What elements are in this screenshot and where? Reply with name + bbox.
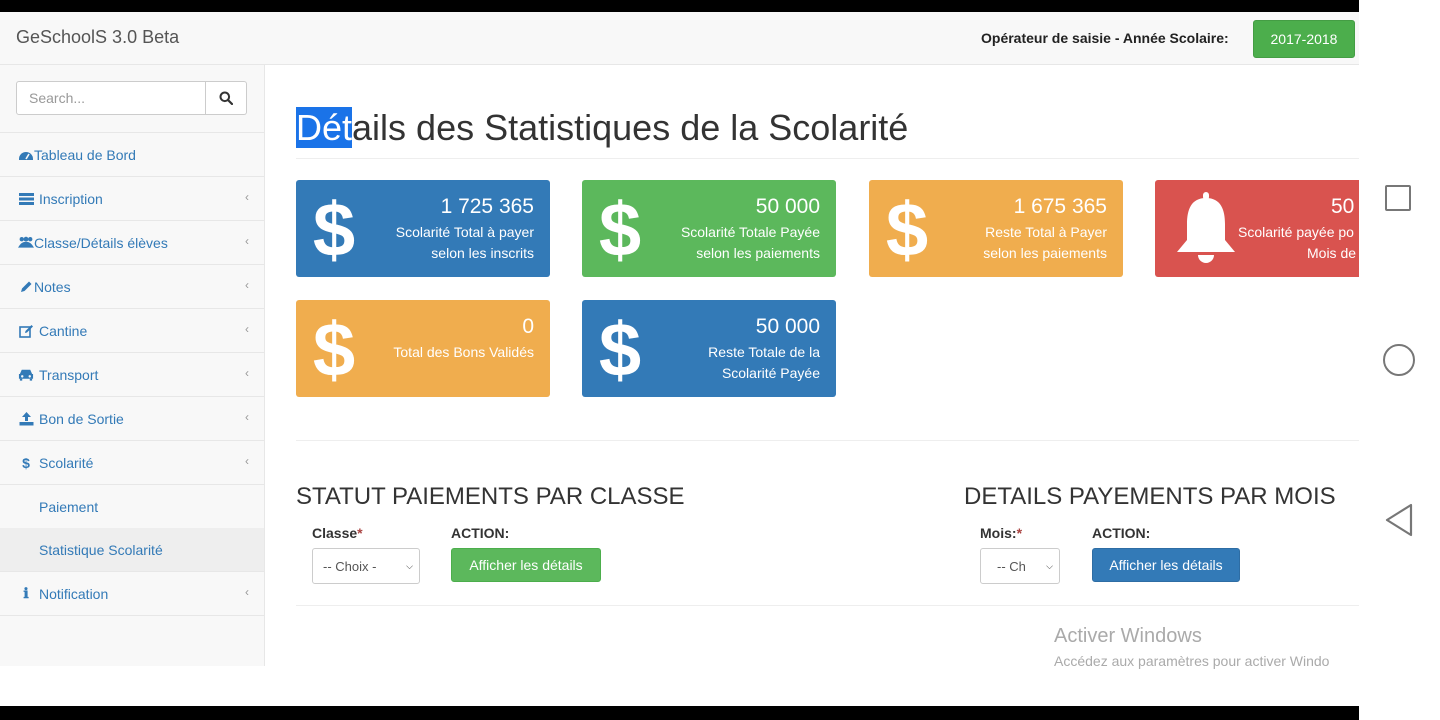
car-icon: [18, 368, 34, 381]
home-icon[interactable]: [1383, 344, 1415, 376]
pencil-icon: [18, 280, 34, 294]
stat-label: Reste Total à Payer selon les paiements: [983, 224, 1107, 261]
stat-label: Scolarité Totale Payée selon les paiement…: [680, 224, 820, 261]
stat-label: Reste Totale de la Scolarité Payée: [708, 344, 820, 381]
stat-value: 0: [522, 315, 534, 338]
sidebar-item-label: Notification: [39, 585, 109, 602]
operator-year-label: Opérateur de saisie - Année Scolaire:: [981, 30, 1229, 46]
title-selected-text: Dét: [296, 107, 353, 148]
stat-label: Total des Bons Validés: [393, 344, 534, 360]
bell-icon: [1177, 192, 1235, 263]
chevron-down-icon: ⌵: [1046, 561, 1053, 571]
chevron-left-icon: ‹: [245, 234, 249, 248]
activation-watermark-subtitle: Accédez aux paramètres pour activer Wind…: [1054, 653, 1330, 669]
info-icon: ℹ: [23, 585, 29, 601]
chevron-left-icon: ‹: [245, 366, 249, 380]
stat-value: 50 0: [1331, 195, 1359, 218]
classe-action-label: ACTION:: [451, 525, 510, 541]
sidebar-item-inscription[interactable]: Inscription ‹: [0, 177, 264, 221]
activation-watermark-title: Activer Windows: [1054, 625, 1202, 647]
stat-card-bons-valides: $ 0 Total des Bons Validés: [296, 300, 550, 397]
search-button[interactable]: [206, 81, 247, 115]
section-divider: [296, 440, 1359, 441]
sidebar-item-label: Inscription: [39, 190, 103, 207]
app-brand[interactable]: GeSchoolS 3.0 Beta: [16, 27, 179, 48]
stat-label: Scolarité payée po Mois de: [1238, 224, 1357, 261]
sidebar-item-notes[interactable]: Notes ‹: [0, 265, 264, 309]
classe-label: Classe*: [312, 525, 363, 541]
sidebar-item-label: Cantine: [39, 322, 88, 339]
sidebar-item-label: Classe/Détails élèves: [34, 234, 168, 251]
stat-value: 50 000: [755, 195, 820, 218]
sidebar-item-scolarite[interactable]: $ Scolarité ‹: [0, 441, 264, 485]
dollar-icon: $: [22, 454, 30, 471]
chevron-left-icon: ‹: [245, 190, 249, 204]
sidebar-item-label: Scolarité: [39, 454, 94, 471]
dashboard-icon: [18, 148, 34, 162]
chevron-left-icon: ‹: [245, 278, 249, 292]
stat-card-total-a-payer: $ 1 725 365 Scolarité Total à payer selon…: [296, 180, 550, 277]
section-title-par-classe: STATUT PAIEMENTS PAR CLASSE: [296, 483, 685, 510]
chevron-left-icon: ‹: [245, 322, 249, 336]
section-title-par-mois: DETAILS PAYEMENTS PAR MOIS: [964, 483, 1336, 510]
mois-action-label: ACTION:: [1092, 525, 1151, 541]
sidebar-item-label: Bon de Sortie: [39, 410, 124, 427]
stat-value: 50 000: [755, 315, 820, 338]
mois-show-details-button[interactable]: Afficher les détails: [1092, 548, 1240, 582]
sidebar-menu: Tableau de Bord Inscription ‹ Classe/Dét…: [0, 132, 264, 616]
users-icon: [18, 236, 34, 249]
chevron-left-icon: ‹: [245, 410, 249, 424]
stat-value: 1 725 365: [440, 195, 534, 218]
stat-card-total-payee: $ 50 000 Scolarité Totale Payée selon les…: [582, 180, 836, 277]
sidebar-item-label: Transport: [39, 366, 99, 383]
search-input[interactable]: [16, 81, 206, 115]
stat-label: Scolarité Total à payer selon les inscrit…: [395, 224, 534, 261]
sidebar: Tableau de Bord Inscription ‹ Classe/Dét…: [0, 65, 265, 666]
chevron-down-icon: ⌵: [406, 561, 413, 571]
section-bottom-divider: [296, 605, 1359, 606]
classe-select[interactable]: -- Choix - ⌵: [312, 548, 420, 584]
sidebar-item-label: Tableau de Bord: [34, 146, 136, 163]
sidebar-item-label: Notes: [34, 278, 71, 295]
title-divider: [296, 158, 1359, 159]
recent-apps-icon[interactable]: [1385, 185, 1411, 211]
chevron-left-icon: ‹: [245, 454, 249, 468]
stat-card-reste-a-payer: $ 1 675 365 Reste Total à Payer selon les…: [869, 180, 1123, 277]
stat-card-payee-par-mois: 50 0 Scolarité payée poMois de: [1155, 180, 1359, 277]
title-text: ails des Statistiques de la Scolarité: [352, 107, 909, 148]
sidebar-subitem-paiement[interactable]: Paiement: [0, 485, 264, 528]
back-icon[interactable]: [1384, 503, 1414, 537]
chevron-left-icon: ‹: [245, 585, 249, 599]
browser-screen: GeSchoolS 3.0 Beta Opérateur de saisie -…: [0, 12, 1359, 706]
sidebar-item-tableau-de-bord[interactable]: Tableau de Bord: [0, 132, 264, 177]
list-icon: [18, 192, 34, 205]
edit-icon: [18, 324, 34, 338]
search-icon: [219, 91, 233, 105]
upload-icon: [18, 411, 34, 426]
sidebar-subitem-statistique-scolarite[interactable]: Statistique Scolarité: [0, 528, 264, 571]
sidebar-item-notification[interactable]: ℹ Notification ‹: [0, 571, 264, 616]
sidebar-item-cantine[interactable]: Cantine ‹: [0, 309, 264, 353]
sidebar-search: [16, 81, 247, 115]
mois-label: Mois:*: [980, 525, 1023, 541]
sidebar-item-transport[interactable]: Transport ‹: [0, 353, 264, 397]
stat-value: 1 675 365: [1013, 195, 1107, 218]
classe-show-details-button[interactable]: Afficher les détails: [451, 548, 601, 582]
sidebar-item-bon-de-sortie[interactable]: Bon de Sortie ‹: [0, 397, 264, 441]
sidebar-item-classe[interactable]: Classe/Détails élèves ‹: [0, 221, 264, 265]
mois-select[interactable]: -- Ch ⌵: [980, 548, 1060, 584]
top-navbar: GeSchoolS 3.0 Beta Opérateur de saisie -…: [0, 12, 1359, 65]
page-title: Détails des Statistiques de la Scolarité: [296, 107, 908, 149]
stat-card-reste-totale: $ 50 000 Reste Totale de la Scolarité Pay…: [582, 300, 836, 397]
school-year-badge[interactable]: 2017-2018: [1253, 20, 1355, 58]
